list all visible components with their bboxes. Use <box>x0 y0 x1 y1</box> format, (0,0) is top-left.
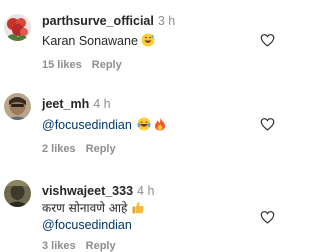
comment-username[interactable]: vishwajeet_333 <box>42 184 133 198</box>
heart-icon[interactable] <box>260 117 275 131</box>
heart-icon[interactable] <box>260 210 275 224</box>
comment-time: 3 h <box>157 14 176 28</box>
heart-icon[interactable] <box>260 33 275 47</box>
likes-count[interactable]: 2 likes <box>42 143 76 155</box>
thumbs-up-icon <box>132 201 145 217</box>
mention-link[interactable]: @focusedindian <box>42 118 132 132</box>
comment-item: vishwajeet_333 4 h करण सोनावणे आहे @focus… <box>0 170 281 252</box>
avatar[interactable] <box>4 93 31 120</box>
avatar[interactable] <box>4 14 31 41</box>
comment-time: 4 h <box>137 184 155 198</box>
reply-button[interactable]: Reply <box>86 240 116 252</box>
fire-icon <box>154 117 166 134</box>
comment-text: करण सोनावणे आहे <box>42 201 128 215</box>
comment-time: 4 h <box>93 97 111 111</box>
likes-count[interactable]: 15 likes <box>42 59 82 71</box>
comment-username[interactable]: parthsurve_official <box>42 14 154 28</box>
comment-item: parthsurve_official 3 h Karan Sonawane 15… <box>0 0 281 78</box>
reply-button[interactable]: Reply <box>92 59 122 71</box>
reply-button[interactable]: Reply <box>86 143 116 155</box>
mention-link[interactable]: @focusedindian <box>42 218 132 232</box>
likes-count[interactable]: 3 likes <box>42 240 76 252</box>
comment-username[interactable]: jeet_mh <box>42 97 89 111</box>
comment-item: jeet_mh 4 h @focusedindian 2 likes Reply <box>0 83 281 161</box>
avatar[interactable] <box>4 180 31 207</box>
grinning-face-with-sweat-icon <box>141 33 155 50</box>
comment-text: Karan Sonawane <box>42 34 138 48</box>
tears-of-joy-icon <box>137 117 151 134</box>
